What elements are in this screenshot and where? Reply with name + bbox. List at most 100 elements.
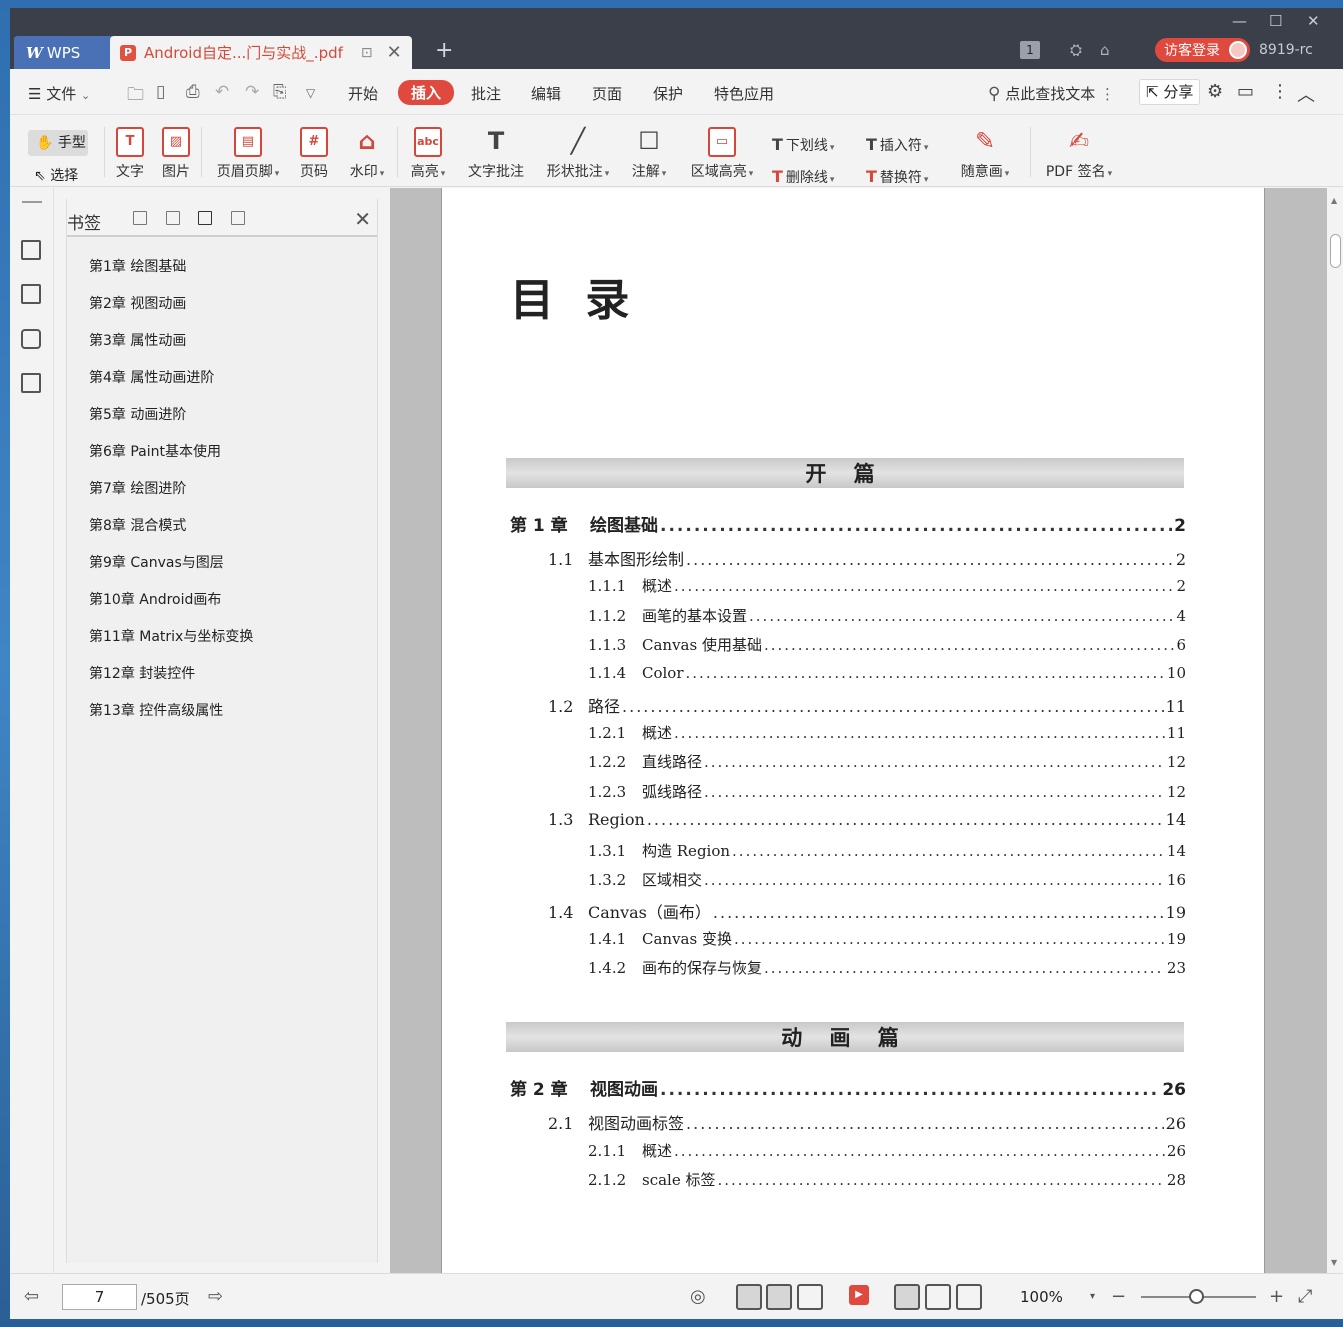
toc-entry[interactable]: 2.1.1 概述 26 (588, 1140, 1186, 1161)
two-page-view-icon[interactable] (797, 1284, 823, 1310)
toc-entry[interactable]: 1.3.2 区域相交 16 (588, 869, 1186, 890)
collapse-all-icon[interactable] (166, 211, 180, 225)
menu-edit[interactable]: 编辑 (531, 83, 561, 104)
bookmark-item[interactable]: 第3章 属性动画 (89, 330, 253, 367)
collapse-ribbon-icon[interactable]: ︿ (1297, 81, 1315, 107)
toc-entry[interactable]: 1.4 Canvas（画布） 19 (548, 899, 1186, 923)
replace-mark-button[interactable]: T 替换符 ▾ (866, 167, 928, 187)
bookmark-item[interactable]: 第7章 绘图进阶 (89, 478, 253, 515)
menu-insert[interactable]: 插入 (398, 80, 455, 105)
add-bookmark-icon[interactable] (198, 211, 212, 225)
toc-entry[interactable]: 1.1.2 画笔的基本设置 4 (588, 605, 1186, 626)
toc-entry[interactable]: 1.2.1 概述 11 (588, 722, 1186, 743)
bookmark-item[interactable]: 第1章 绘图基础 (89, 256, 253, 293)
bookmark-item[interactable]: 第2章 视图动画 (89, 293, 253, 330)
toc-entry[interactable]: 2.1 视图动画标签 26 (548, 1110, 1186, 1134)
text-tool-button[interactable]: T 文字 (113, 127, 147, 181)
menu-special[interactable]: 特色应用 (714, 83, 774, 104)
thumbnail-icon[interactable] (21, 284, 41, 304)
toc-entry[interactable]: 1.4.2 画布的保存与恢复 23 (588, 957, 1186, 978)
bookmark-item[interactable]: 第9章 Canvas与图层 (89, 552, 253, 589)
watermark-button[interactable]: ⌂ 水印 ▾ (345, 127, 389, 181)
eye-protect-icon[interactable]: ◎ (690, 1286, 706, 1307)
more-icon[interactable]: ⋮ (1271, 81, 1289, 102)
bookmark-item[interactable]: 第4章 属性动画进阶 (89, 367, 253, 404)
single-page-view-icon[interactable] (766, 1284, 792, 1310)
minimize-icon[interactable]: — (1232, 12, 1247, 30)
bookmark-item[interactable]: 第13章 控件高级属性 (89, 700, 253, 737)
find-text-button[interactable]: ⚲ 点此查找文本 ⋮ (988, 83, 1115, 104)
select-tool-button[interactable]: ⇖ 选择 (34, 165, 78, 185)
more-quick-icon[interactable]: ▽ (306, 86, 315, 100)
annotation-panel-icon[interactable] (21, 329, 41, 349)
bookmark-item[interactable]: 第6章 Paint基本使用 (89, 441, 253, 478)
page-number-button[interactable]: # 页码 (297, 127, 331, 181)
window-count-badge[interactable]: 1 (1020, 41, 1040, 59)
next-page-icon[interactable]: ⇨ (208, 1286, 223, 1307)
gear-icon[interactable]: ⚙ (1207, 81, 1223, 102)
scroll-down-icon[interactable]: ▼ (1331, 1258, 1337, 1267)
freehand-button[interactable]: ✎ 随意画 ▾ (956, 127, 1014, 181)
scroll-thumb[interactable] (1330, 234, 1341, 268)
print-icon[interactable]: ⎙ (186, 82, 200, 102)
close-tab-icon[interactable]: ✕ (387, 42, 402, 63)
tab-document[interactable]: P Android自定...门与实战_.pdf ⊡ ✕ (110, 36, 412, 69)
skin-icon[interactable]: ⛭ (1070, 41, 1082, 59)
close-window-icon[interactable]: ✕ (1307, 12, 1320, 30)
fullscreen-icon[interactable]: ⤢ (1298, 1286, 1312, 1307)
open-folder-icon[interactable]: 🗀 (127, 82, 144, 111)
strikethrough-button[interactable]: T 删除线 ▾ (772, 167, 834, 187)
document-viewport[interactable]: 目 录 开 篇 动 画 篇 第 1 章 绘图基础 2 1.1 基本图形绘制 2 1.1.1 概… (390, 188, 1327, 1273)
area-highlight-button[interactable]: ▭ 区域高亮 ▾ (686, 127, 758, 181)
bookmark-item[interactable]: 第10章 Android画布 (89, 589, 253, 626)
menu-start[interactable]: 开始 (348, 83, 378, 104)
toc-entry[interactable]: 1.1.1 概述 2 (588, 575, 1186, 596)
insert-mark-button[interactable]: T 插入符 ▾ (866, 135, 928, 155)
signature-panel-icon[interactable] (21, 373, 41, 393)
undo-icon[interactable]: ↶ (215, 82, 229, 102)
zoom-out-icon[interactable]: − (1111, 1286, 1126, 1307)
highlight-button[interactable]: abc 高亮 ▾ (406, 127, 450, 181)
toc-entry[interactable]: 第 1 章 绘图基础 2 (510, 511, 1186, 536)
header-footer-button[interactable]: ▤ 页眉页脚 ▾ (211, 127, 285, 181)
bookmark-options-icon[interactable] (231, 211, 245, 225)
file-menu[interactable]: ☰ 文件 ⌄ (28, 83, 90, 104)
zoom-in-icon[interactable]: + (1269, 1286, 1284, 1307)
share-button[interactable]: ⇱ 分享 (1139, 79, 1200, 105)
visitor-login-button[interactable]: 访客登录 (1155, 38, 1250, 62)
toc-entry[interactable]: 1.3.1 构造 Region 14 (588, 840, 1186, 861)
menu-protect[interactable]: 保护 (653, 83, 683, 104)
toc-entry[interactable]: 1.4.1 Canvas 变换 19 (588, 928, 1186, 949)
bookmark-item[interactable]: 第12章 封装控件 (89, 663, 253, 700)
redo-icon[interactable]: ↷ (245, 82, 259, 102)
toc-entry[interactable]: 第 2 章 视图动画 26 (510, 1075, 1186, 1100)
note-button[interactable]: ☐ 注解 ▾ (627, 127, 671, 181)
continuous-view-icon[interactable] (736, 1284, 762, 1310)
bookmark-item[interactable]: 第5章 动画进阶 (89, 404, 253, 441)
close-panel-icon[interactable]: ✕ (354, 207, 371, 231)
maximize-icon[interactable]: ☐ (1269, 12, 1282, 30)
export-icon[interactable]: ⎘ (273, 82, 287, 102)
text-annotation-button[interactable]: T 文字批注 (465, 127, 527, 181)
menu-annotate[interactable]: 批注 (471, 83, 501, 104)
save-icon[interactable]: ▯ (156, 82, 165, 102)
toc-entry[interactable]: 1.1 基本图形绘制 2 (548, 546, 1186, 570)
toc-entry[interactable]: 1.1.3 Canvas 使用基础 6 (588, 634, 1186, 655)
actual-size-icon[interactable] (894, 1284, 920, 1310)
shape-annotation-button[interactable]: ╱ 形状批注 ▾ (541, 127, 615, 181)
underline-button[interactable]: T 下划线 ▾ (772, 135, 834, 155)
menu-page[interactable]: 页面 (592, 83, 622, 104)
pdf-sign-button[interactable]: ✍ PDF 签名 ▾ (1042, 127, 1116, 181)
zoom-slider-handle[interactable] (1189, 1289, 1204, 1304)
expand-all-icon[interactable] (133, 211, 147, 225)
previous-page-icon[interactable]: ⇦ (24, 1286, 39, 1307)
toc-entry[interactable]: 1.2 路径 11 (548, 693, 1186, 717)
toc-entry[interactable]: 1.2.3 弧线路径 12 (588, 781, 1186, 802)
shirt-icon[interactable]: ⌂ (1100, 41, 1110, 59)
toc-entry[interactable]: 1.3 Region 14 (548, 810, 1186, 829)
hand-tool-button[interactable]: ✋ 手型 (28, 130, 88, 156)
pin-icon[interactable]: ⊡ (361, 45, 373, 61)
bookmark-panel-icon[interactable] (21, 240, 41, 260)
fit-width-icon[interactable] (956, 1284, 982, 1310)
tab-wps-home[interactable]: W WPS (14, 36, 115, 69)
